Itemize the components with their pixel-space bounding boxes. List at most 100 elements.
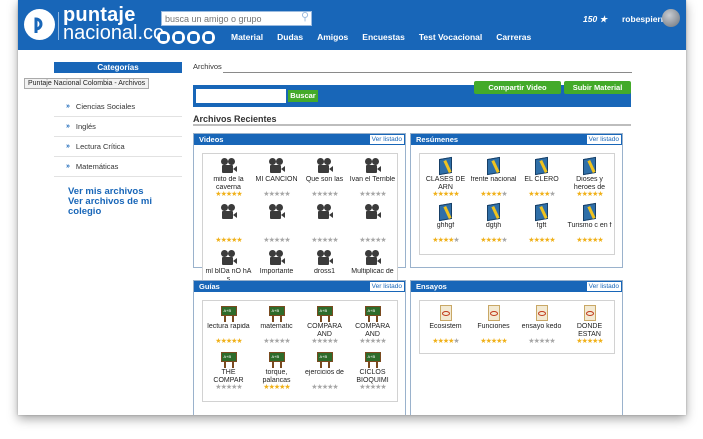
- item-title[interactable]: CLASES DE ARN: [423, 176, 469, 191]
- nav-item-material[interactable]: Material: [231, 32, 263, 42]
- list-item[interactable]: A+B ejercicios de ★★★★★: [301, 349, 348, 395]
- item-title[interactable]: CICLOS BIOQUIMI: [350, 369, 396, 384]
- list-item[interactable]: frente nacional ★★★★★: [470, 156, 517, 202]
- item-title[interactable]: mito de la caverna: [206, 176, 252, 191]
- list-item[interactable]: ★★★★★: [301, 202, 348, 248]
- rating-stars: ★★★★★: [215, 338, 242, 345]
- list-item[interactable]: CLASES DE ARN ★★★★★: [422, 156, 469, 202]
- item-title[interactable]: [350, 222, 396, 237]
- item-title[interactable]: frente nacional: [471, 176, 517, 191]
- upload-material-button[interactable]: Subir Material: [564, 81, 631, 94]
- list-item[interactable]: ★★★★★: [349, 202, 396, 248]
- logo-text-line2[interactable]: nacional.co: [63, 23, 164, 43]
- rating-stars: ★★★★★: [215, 237, 242, 244]
- nav-item-test-vocacional[interactable]: Test Vocacional: [419, 32, 482, 42]
- chalkboard-icon: A+B: [220, 305, 238, 322]
- item-title[interactable]: Ivan el Terrible: [350, 176, 396, 191]
- item-title[interactable]: ejercicios de: [302, 369, 348, 384]
- list-item[interactable]: MI CANCION ★★★★★: [253, 156, 300, 202]
- item-title[interactable]: [302, 222, 348, 237]
- item-title[interactable]: Turismo c en f: [567, 222, 613, 237]
- item-title[interactable]: [206, 222, 252, 237]
- list-item[interactable]: mito de la caverna ★★★★★: [205, 156, 252, 202]
- item-title[interactable]: torque, palancas: [254, 369, 300, 384]
- list-item[interactable]: ghhgf ★★★★★: [422, 202, 469, 248]
- item-title[interactable]: Que son las: [302, 176, 348, 191]
- list-item[interactable]: A+B COMPARA AND ★★★★★: [301, 303, 348, 349]
- share-video-button[interactable]: Compartir Video: [474, 81, 561, 94]
- list-item[interactable]: Turismo c en f ★★★★★: [566, 202, 613, 248]
- camera-icon[interactable]: [187, 31, 200, 44]
- item-title[interactable]: Funciones: [471, 323, 517, 338]
- book-icon: [437, 156, 455, 176]
- list-item[interactable]: A+B CICLOS BIOQUIMI ★★★★★: [349, 349, 396, 395]
- search-icon[interactable]: ⚲: [301, 10, 313, 24]
- item-title[interactable]: Dioses y heroes de: [567, 176, 613, 191]
- nav-item-amigos[interactable]: Amigos: [317, 32, 348, 42]
- file-search-input[interactable]: [196, 89, 286, 103]
- panel-title: Ensayos: [416, 282, 447, 291]
- item-title[interactable]: fgft: [519, 222, 565, 237]
- list-item[interactable]: EL CLERO ★★★★★: [518, 156, 565, 202]
- book-icon: [533, 156, 551, 176]
- item-title[interactable]: matematic: [254, 323, 300, 338]
- film-camera-icon: [268, 204, 286, 221]
- avatar[interactable]: [662, 9, 680, 27]
- nav-item-encuestas[interactable]: Encuestas: [362, 32, 405, 42]
- circle-icon[interactable]: [157, 31, 170, 44]
- list-item[interactable]: DONDE ESTAN ★★★★★: [566, 303, 613, 349]
- user-points: 150 ★: [583, 14, 608, 24]
- search-button[interactable]: Buscar: [288, 90, 318, 102]
- item-title[interactable]: lectura rapida: [206, 323, 252, 338]
- rating-stars: ★★★★★: [263, 384, 290, 391]
- item-title[interactable]: EL CLERO: [519, 176, 565, 191]
- list-item[interactable]: ★★★★★: [253, 202, 300, 248]
- sidebar-item-ciencias-sociales[interactable]: » Ciencias Sociales: [54, 97, 182, 117]
- rating-stars: ★★★★★: [311, 191, 338, 198]
- item-title[interactable]: THE COMPAR: [206, 369, 252, 384]
- list-item[interactable]: A+B COMPARA AND ★★★★★: [349, 303, 396, 349]
- list-item[interactable]: Dioses y heroes de ★★★★★: [566, 156, 613, 202]
- star-icon: ★: [236, 191, 242, 198]
- list-item[interactable]: A+B torque, palancas ★★★★★: [253, 349, 300, 395]
- item-title[interactable]: COMPARA AND: [350, 323, 396, 338]
- view-list-link[interactable]: Ver listado: [586, 282, 621, 291]
- item-title[interactable]: ghhgf: [423, 222, 469, 237]
- item-title[interactable]: COMPARA AND: [302, 323, 348, 338]
- sidebar-item-lectura-critica[interactable]: » Lectura Crítica: [54, 137, 182, 157]
- list-item[interactable]: Funciones ★★★★★: [470, 303, 517, 349]
- list-item[interactable]: A+B matematic ★★★★★: [253, 303, 300, 349]
- item-title[interactable]: DONDE ESTAN: [567, 323, 613, 338]
- book-icon: [485, 202, 503, 222]
- book-icon: [437, 202, 455, 222]
- list-item[interactable]: ensayo kedo ★★★★★: [518, 303, 565, 349]
- list-item[interactable]: dgtjh ★★★★★: [470, 202, 517, 248]
- megaphone-icon[interactable]: [202, 31, 215, 44]
- view-list-link[interactable]: Ver listado: [586, 135, 621, 144]
- list-item[interactable]: A+B THE COMPAR ★★★★★: [205, 349, 252, 395]
- logo-icon[interactable]: [24, 9, 55, 40]
- item-title[interactable]: MI CANCION: [254, 176, 300, 191]
- view-list-link[interactable]: Ver listado: [369, 282, 404, 291]
- film-camera-icon: [364, 250, 382, 267]
- list-item[interactable]: ★★★★★: [205, 202, 252, 248]
- view-list-link[interactable]: Ver listado: [369, 135, 404, 144]
- sidebar-item-ingles[interactable]: » Inglés: [54, 117, 182, 137]
- item-title[interactable]: ensayo kedo: [519, 323, 565, 338]
- item-title[interactable]: [254, 222, 300, 237]
- chevron-right-icon: »: [66, 103, 70, 110]
- list-item[interactable]: Ecosistem ★★★★★: [422, 303, 469, 349]
- friend-search-input[interactable]: [161, 11, 312, 26]
- nav-item-carreras[interactable]: Carreras: [496, 32, 531, 42]
- face-icon[interactable]: [172, 31, 185, 44]
- list-item[interactable]: Ivan el Terrible ★★★★★: [349, 156, 396, 202]
- item-title[interactable]: dgtjh: [471, 222, 517, 237]
- list-item[interactable]: fgft ★★★★★: [518, 202, 565, 248]
- item-title[interactable]: Ecosistem: [423, 323, 469, 338]
- list-item[interactable]: Que son las ★★★★★: [301, 156, 348, 202]
- sidebar-item-label: Ciencias Sociales: [75, 102, 136, 111]
- school-files-link[interactable]: Ver archivos de mi colegio: [68, 197, 182, 217]
- nav-item-dudas[interactable]: Dudas: [277, 32, 303, 42]
- sidebar-item-matematicas[interactable]: » Matemáticas: [54, 157, 182, 177]
- list-item[interactable]: A+B lectura rapida ★★★★★: [205, 303, 252, 349]
